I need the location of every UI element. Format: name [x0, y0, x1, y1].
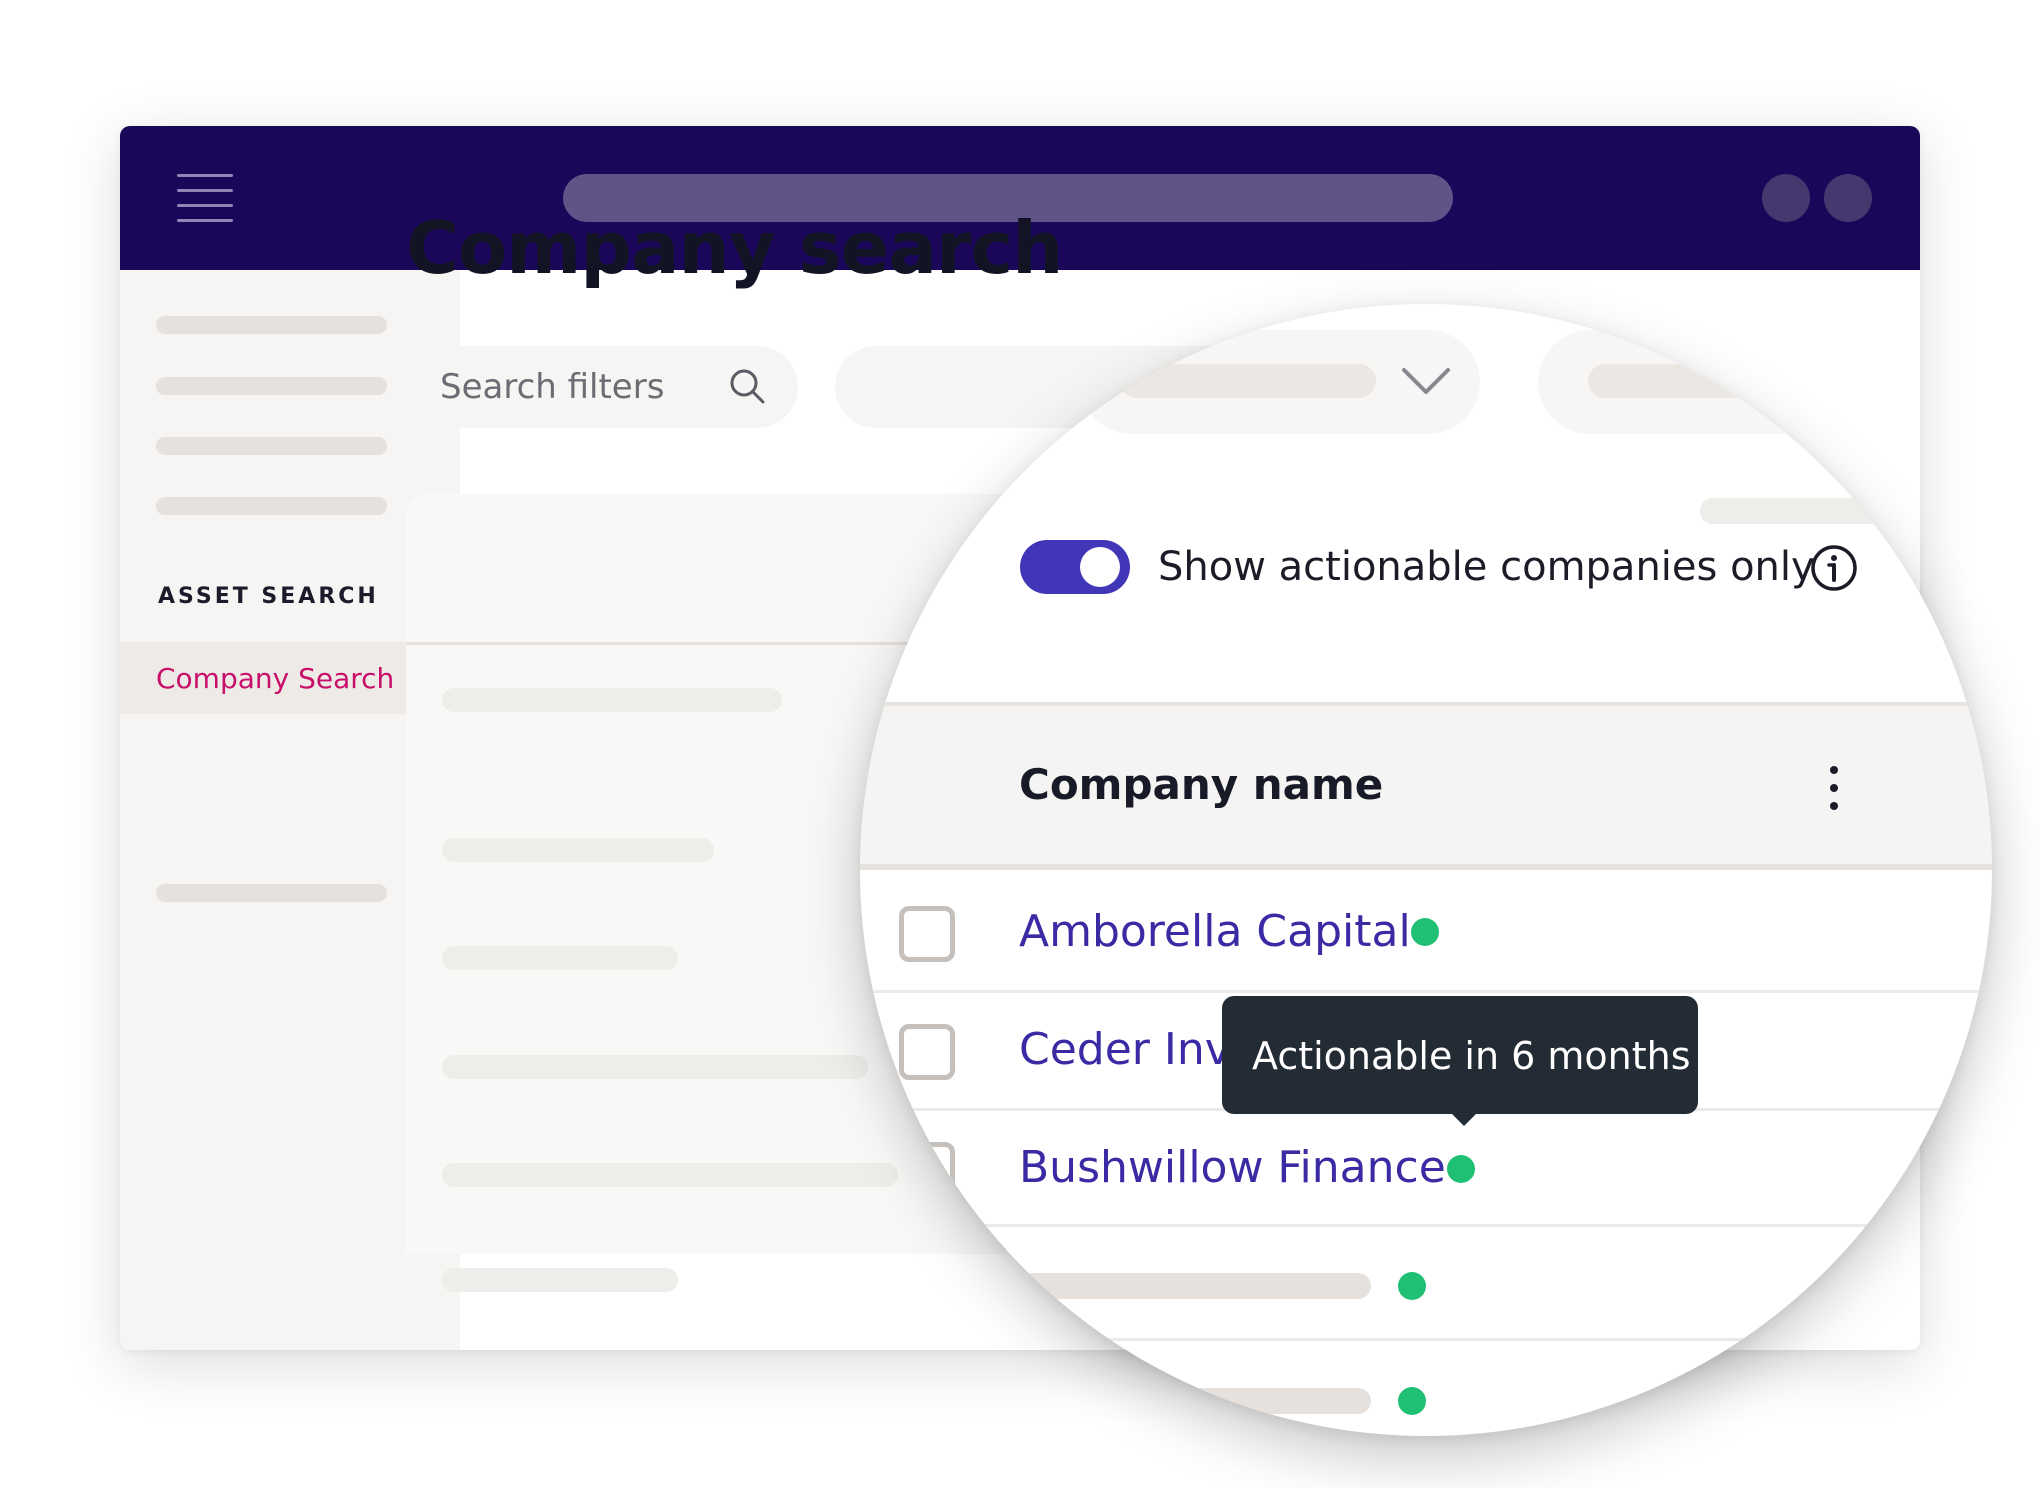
table-placeholder-line	[442, 688, 782, 712]
company-link[interactable]: Bushwillow Finance	[1019, 1142, 1446, 1193]
company-link[interactable]: Amborella Capital	[1019, 906, 1411, 957]
table-placeholder-line	[442, 1163, 898, 1187]
dropdown-placeholder-line	[1120, 364, 1376, 398]
row-divider	[860, 990, 1992, 993]
search-filters[interactable]	[406, 346, 798, 428]
hamburger-icon[interactable]	[177, 174, 233, 222]
status-indicator[interactable]	[1411, 918, 1439, 946]
info-icon[interactable]	[1810, 544, 1858, 592]
sidebar-item-placeholder[interactable]	[156, 377, 387, 395]
table-placeholder-line	[442, 946, 678, 970]
status-indicator[interactable]	[1398, 1272, 1426, 1300]
sidebar-item-placeholder[interactable]	[156, 316, 387, 334]
table-placeholder-line	[442, 838, 714, 862]
status-indicator[interactable]	[1447, 1155, 1475, 1183]
sidebar-item-placeholder[interactable]	[156, 884, 387, 902]
sidebar-item-placeholder[interactable]	[156, 497, 387, 515]
row-checkbox[interactable]	[899, 906, 955, 962]
page-title: Company search	[406, 206, 1063, 290]
filter-placeholder-line	[1700, 498, 1992, 524]
avatar[interactable]	[1762, 174, 1810, 222]
sidebar-item-label: Company Search	[156, 662, 395, 695]
search-input[interactable]	[440, 366, 700, 408]
sidebar-item-placeholder[interactable]	[156, 437, 387, 455]
table-placeholder-line	[442, 1055, 868, 1079]
row-divider	[860, 1224, 1992, 1227]
row-divider	[860, 1338, 1992, 1341]
status-tooltip: Actionable in 6 months	[1222, 996, 1698, 1114]
tooltip-text: Actionable in 6 months	[1252, 1034, 1691, 1078]
row-checkbox[interactable]	[899, 1024, 955, 1080]
row-placeholder-line	[1019, 1388, 1371, 1414]
row-placeholder-line	[1019, 1273, 1371, 1299]
tooltip-arrow	[1450, 1112, 1478, 1126]
magnified-content: Show actionable companies only Company n…	[860, 304, 1992, 1436]
status-indicator[interactable]	[1398, 1387, 1426, 1415]
avatar-secondary[interactable]	[1824, 174, 1872, 222]
actionable-only-toggle[interactable]	[1020, 540, 1130, 594]
toggle-knob	[1080, 547, 1120, 587]
chevron-down-icon[interactable]	[1400, 364, 1452, 398]
row-checkbox[interactable]	[899, 1142, 955, 1198]
kebab-icon[interactable]	[1826, 766, 1842, 810]
dropdown-placeholder-line	[1588, 364, 1928, 398]
search-icon[interactable]	[727, 366, 767, 406]
table-placeholder-line	[442, 1268, 678, 1292]
magnifier-lens: Show actionable companies only Company n…	[860, 304, 1992, 1436]
column-header-company-name[interactable]: Company name	[1019, 760, 1383, 809]
toggle-label: Show actionable companies only	[1158, 544, 1815, 590]
sidebar-section-heading: ASSET SEARCH	[158, 584, 379, 609]
